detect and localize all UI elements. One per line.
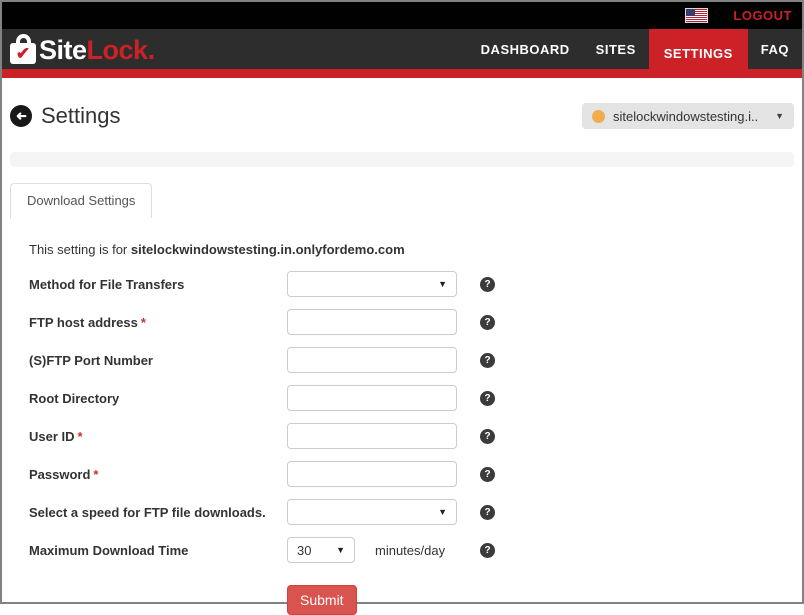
help-icon[interactable]: ?	[480, 467, 495, 482]
nav-item-faq[interactable]: FAQ	[748, 29, 802, 69]
field-suffix: minutes/day	[375, 543, 445, 558]
lock-icon: ✔	[10, 34, 36, 64]
help-icon[interactable]: ?	[480, 315, 495, 330]
page-header: ➜ Settings sitelockwindowstesting.i.. ▼	[10, 102, 794, 130]
root-directory-input[interactable]	[287, 385, 457, 411]
field-label-s-ftp-port-number: (S)FTP Port Number	[29, 353, 287, 368]
field-label-ftp-host-address: FTP host address*	[29, 315, 287, 330]
field-controls: 30 ▼ minutes/day	[287, 537, 480, 563]
chevron-down-icon: ▼	[769, 111, 784, 121]
form-row: Select a speed for FTP file downloads. ▼?	[29, 499, 495, 525]
chevron-down-icon: ▼	[438, 279, 447, 289]
field-controls	[287, 423, 480, 449]
tab-row: Download Settings	[10, 183, 802, 218]
lock-body: ✔	[10, 43, 36, 64]
site-status-dot-icon	[592, 110, 605, 123]
required-marker: *	[93, 467, 98, 482]
required-marker: *	[78, 429, 83, 444]
site-selector-label: sitelockwindowstesting.i..	[613, 109, 758, 124]
field-label-maximum-download-time: Maximum Download Time	[29, 543, 287, 558]
back-button[interactable]: ➜	[10, 105, 32, 127]
intro-text: This setting is for sitelockwindowstesti…	[29, 242, 802, 257]
nav-item-settings[interactable]: SETTINGS	[649, 29, 748, 78]
field-controls	[287, 385, 480, 411]
field-controls	[287, 309, 480, 335]
chevron-down-icon: ▼	[336, 545, 345, 555]
main-navbar: ✔ SiteLock. DASHBOARD SITES SETTINGS FAQ	[2, 29, 802, 69]
divider-strip	[10, 152, 794, 167]
flag-canton	[686, 9, 695, 16]
submit-button[interactable]: Submit	[287, 585, 357, 615]
us-flag-icon[interactable]	[686, 9, 707, 22]
form-row: (S)FTP Port Number?	[29, 347, 495, 373]
logout-link[interactable]: LOGOUT	[733, 8, 792, 23]
field-controls	[287, 347, 480, 373]
help-icon[interactable]: ?	[480, 277, 495, 292]
top-bar: LOGOUT	[2, 2, 802, 29]
field-label-root-directory: Root Directory	[29, 391, 287, 406]
download-settings-form: This setting is for sitelockwindowstesti…	[2, 242, 802, 615]
form-row: Password*?	[29, 461, 495, 487]
maximum-download-time-select[interactable]: 30 ▼	[287, 537, 355, 563]
tab-download-settings[interactable]: Download Settings	[10, 183, 152, 218]
brand-text: SiteLock.	[39, 37, 155, 64]
field-label-select-a-speed-for-ftp-file-downloads: Select a speed for FTP file downloads.	[29, 505, 287, 520]
field-controls: ▼	[287, 271, 480, 297]
nav-item-sites[interactable]: SITES	[583, 29, 649, 69]
field-controls: ▼	[287, 499, 480, 525]
form-row: Maximum Download Time 30 ▼ minutes/day?	[29, 537, 495, 563]
help-icon[interactable]: ?	[480, 429, 495, 444]
sitelock-logo[interactable]: ✔ SiteLock.	[10, 34, 155, 64]
password-input[interactable]	[287, 461, 457, 487]
select-value: 30	[297, 543, 311, 558]
field-label-user-id: User ID*	[29, 429, 287, 444]
help-icon[interactable]: ?	[480, 543, 495, 558]
help-icon[interactable]: ?	[480, 353, 495, 368]
nav-items: DASHBOARD SITES SETTINGS FAQ	[468, 29, 802, 69]
help-icon[interactable]: ?	[480, 391, 495, 406]
method-for-file-transfers-select[interactable]: ▼	[287, 271, 457, 297]
required-marker: *	[141, 315, 146, 330]
help-icon[interactable]: ?	[480, 505, 495, 520]
ftp-host-address-input[interactable]	[287, 309, 457, 335]
back-arrow-icon: ➜	[16, 110, 27, 123]
form-row: User ID*?	[29, 423, 495, 449]
chevron-down-icon: ▼	[438, 507, 447, 517]
form-row: Method for File Transfers ▼?	[29, 271, 495, 297]
intro-domain: sitelockwindowstesting.in.onlyfordemo.co…	[131, 242, 405, 257]
site-selector-dropdown[interactable]: sitelockwindowstesting.i.. ▼	[582, 103, 794, 129]
nav-item-dashboard[interactable]: DASHBOARD	[468, 29, 583, 69]
field-label-password: Password*	[29, 467, 287, 482]
field-label-method-for-file-transfers: Method for File Transfers	[29, 277, 287, 292]
user-id-input[interactable]	[287, 423, 457, 449]
form-row: FTP host address*?	[29, 309, 495, 335]
page-title: Settings	[41, 103, 121, 129]
check-icon: ✔	[16, 45, 30, 62]
field-controls	[287, 461, 480, 487]
s-ftp-port-number-input[interactable]	[287, 347, 457, 373]
select-a-speed-for-ftp-file-downloads-select[interactable]: ▼	[287, 499, 457, 525]
form-fields: Method for File Transfers▼?FTP host addr…	[29, 271, 802, 563]
form-row: Root Directory?	[29, 385, 495, 411]
